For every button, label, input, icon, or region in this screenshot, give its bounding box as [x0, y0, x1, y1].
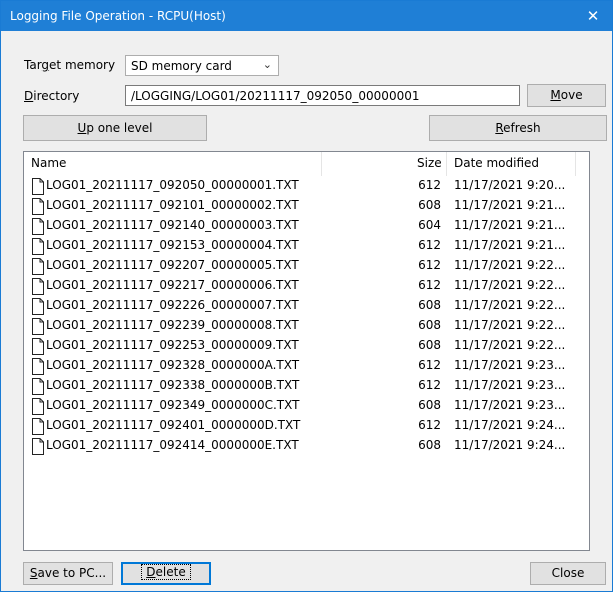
file-size: 608 — [418, 338, 441, 352]
file-icon — [32, 298, 44, 315]
close-window-icon[interactable]: ✕ — [574, 1, 612, 31]
directory-label: Directory — [24, 89, 80, 103]
column-divider[interactable] — [321, 152, 322, 176]
file-date-modified: 11/17/2021 9:22... — [454, 318, 566, 332]
close-button[interactable]: Close — [530, 562, 606, 585]
file-name: LOG01_20211117_092253_00000009.TXT — [46, 338, 299, 352]
file-list[interactable]: Name Size Date modified LOG01_20211117_0… — [23, 151, 590, 551]
file-date-modified: 11/17/2021 9:24... — [454, 438, 566, 452]
file-row[interactable]: LOG01_20211117_092207_00000005.TXT 612 1… — [24, 256, 589, 276]
file-size: 608 — [418, 438, 441, 452]
save-to-pc-button[interactable]: Save to PC... — [23, 562, 113, 585]
file-size: 612 — [418, 238, 441, 252]
target-memory-value: SD memory card — [131, 59, 232, 73]
file-size: 612 — [418, 258, 441, 272]
file-size: 612 — [418, 378, 441, 392]
column-divider[interactable] — [446, 152, 447, 176]
title-bar: Logging File Operation - RCPU(Host) ✕ — [1, 1, 612, 31]
directory-input[interactable] — [125, 85, 520, 106]
column-divider[interactable] — [575, 152, 576, 176]
file-icon — [32, 438, 44, 455]
file-date-modified: 11/17/2021 9:23... — [454, 378, 566, 392]
delete-button[interactable]: Delete — [121, 562, 211, 585]
file-row[interactable]: LOG01_20211117_092101_00000002.TXT 608 1… — [24, 196, 589, 216]
file-row[interactable]: LOG01_20211117_092338_0000000B.TXT 612 1… — [24, 376, 589, 396]
file-row[interactable]: LOG01_20211117_092328_0000000A.TXT 612 1… — [24, 356, 589, 376]
file-date-modified: 11/17/2021 9:23... — [454, 398, 566, 412]
file-date-modified: 11/17/2021 9:22... — [454, 258, 566, 272]
file-row[interactable]: LOG01_20211117_092414_0000000E.TXT 608 1… — [24, 436, 589, 456]
file-size: 608 — [418, 318, 441, 332]
file-date-modified: 11/17/2021 9:20... — [454, 178, 566, 192]
chevron-down-icon: ⌄ — [262, 58, 272, 71]
file-icon — [32, 418, 44, 435]
file-icon — [32, 378, 44, 395]
file-size: 612 — [418, 278, 441, 292]
file-name: LOG01_20211117_092239_00000008.TXT — [46, 318, 299, 332]
file-date-modified: 11/17/2021 9:22... — [454, 278, 566, 292]
file-row[interactable]: LOG01_20211117_092349_0000000C.TXT 608 1… — [24, 396, 589, 416]
file-name: LOG01_20211117_092050_00000001.TXT — [46, 178, 299, 192]
file-icon — [32, 278, 44, 295]
file-icon — [32, 358, 44, 375]
file-size: 608 — [418, 198, 441, 212]
file-name: LOG01_20211117_092101_00000002.TXT — [46, 198, 299, 212]
file-name: LOG01_20211117_092217_00000006.TXT — [46, 278, 299, 292]
file-name: LOG01_20211117_092349_0000000C.TXT — [46, 398, 300, 412]
file-name: LOG01_20211117_092207_00000005.TXT — [46, 258, 299, 272]
file-name: LOG01_20211117_092338_0000000B.TXT — [46, 378, 300, 392]
file-date-modified: 11/17/2021 9:22... — [454, 338, 566, 352]
file-icon — [32, 238, 44, 255]
file-row[interactable]: LOG01_20211117_092153_00000004.TXT 612 1… — [24, 236, 589, 256]
file-name: LOG01_20211117_092414_0000000E.TXT — [46, 438, 299, 452]
file-name: LOG01_20211117_092226_00000007.TXT — [46, 298, 299, 312]
file-row[interactable]: LOG01_20211117_092253_00000009.TXT 608 1… — [24, 336, 589, 356]
file-size: 612 — [418, 418, 441, 432]
file-row[interactable]: LOG01_20211117_092217_00000006.TXT 612 1… — [24, 276, 589, 296]
file-date-modified: 11/17/2021 9:24... — [454, 418, 566, 432]
file-name: LOG01_20211117_092153_00000004.TXT — [46, 238, 299, 252]
file-row[interactable]: LOG01_20211117_092050_00000001.TXT 612 1… — [24, 176, 589, 196]
file-name: LOG01_20211117_092401_0000000D.TXT — [46, 418, 301, 432]
file-icon — [32, 398, 44, 415]
file-size: 604 — [418, 218, 441, 232]
file-rows: LOG01_20211117_092050_00000001.TXT 612 1… — [24, 176, 589, 456]
file-name: LOG01_20211117_092328_0000000A.TXT — [46, 358, 300, 372]
target-memory-select[interactable]: SD memory card ⌄ — [125, 55, 279, 76]
up-one-level-button[interactable]: Up one level — [23, 115, 207, 141]
file-date-modified: 11/17/2021 9:22... — [454, 298, 566, 312]
logging-file-operation-dialog: Logging File Operation - RCPU(Host) ✕ Ta… — [0, 0, 613, 592]
target-memory-label: Target memory — [24, 58, 116, 72]
file-icon — [32, 258, 44, 275]
file-size: 608 — [418, 398, 441, 412]
file-date-modified: 11/17/2021 9:21... — [454, 218, 566, 232]
file-row[interactable]: LOG01_20211117_092401_0000000D.TXT 612 1… — [24, 416, 589, 436]
file-icon — [32, 338, 44, 355]
file-row[interactable]: LOG01_20211117_092226_00000007.TXT 608 1… — [24, 296, 589, 316]
column-header-name[interactable]: Name — [31, 156, 66, 170]
file-icon — [32, 178, 44, 195]
column-header-size[interactable]: Size — [417, 156, 442, 170]
move-button[interactable]: Move — [527, 84, 606, 107]
file-size: 612 — [418, 178, 441, 192]
file-icon — [32, 218, 44, 235]
file-size: 608 — [418, 298, 441, 312]
file-name: LOG01_20211117_092140_00000003.TXT — [46, 218, 299, 232]
file-date-modified: 11/17/2021 9:23... — [454, 358, 566, 372]
file-icon — [32, 318, 44, 335]
file-date-modified: 11/17/2021 9:21... — [454, 238, 566, 252]
file-row[interactable]: LOG01_20211117_092239_00000008.TXT 608 1… — [24, 316, 589, 336]
list-header: Name Size Date modified — [24, 152, 589, 176]
file-row[interactable]: LOG01_20211117_092140_00000003.TXT 604 1… — [24, 216, 589, 236]
window-title: Logging File Operation - RCPU(Host) — [10, 9, 226, 23]
column-header-date-modified[interactable]: Date modified — [454, 156, 539, 170]
refresh-button[interactable]: Refresh — [429, 115, 607, 141]
file-icon — [32, 198, 44, 215]
file-size: 612 — [418, 358, 441, 372]
file-date-modified: 11/17/2021 9:21... — [454, 198, 566, 212]
